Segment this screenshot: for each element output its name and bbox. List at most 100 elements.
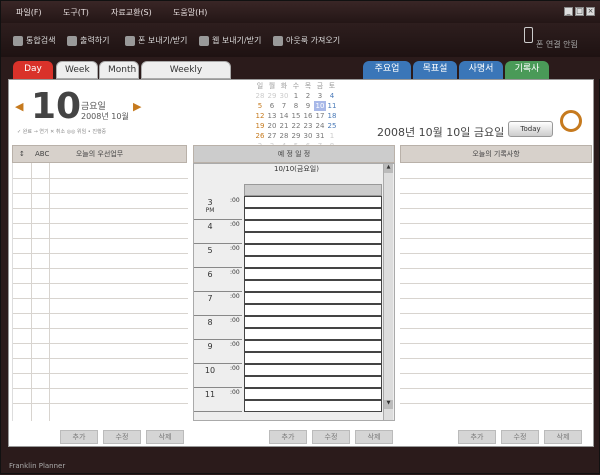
records-list[interactable] bbox=[400, 163, 592, 421]
mini-cal-day[interactable]: 20 bbox=[266, 121, 278, 131]
menu-file[interactable]: 파일(F) bbox=[16, 7, 42, 18]
ruled-line bbox=[400, 343, 592, 344]
phone-sync-tool[interactable]: 폰 보내기/받기 bbox=[125, 34, 187, 48]
mini-cal-day[interactable]: 29 bbox=[290, 131, 302, 141]
schedule-edit-button[interactable]: 수정 bbox=[312, 430, 350, 444]
mini-cal-day[interactable]: 27 bbox=[266, 131, 278, 141]
priority-edit-button[interactable]: 수정 bbox=[103, 430, 141, 444]
time-slot[interactable] bbox=[244, 304, 382, 316]
menu-exchange[interactable]: 자료교환(S) bbox=[111, 7, 152, 18]
time-slot[interactable] bbox=[244, 268, 382, 280]
priority-task-list[interactable] bbox=[12, 163, 188, 421]
time-slot[interactable] bbox=[244, 256, 382, 268]
mini-cal-day[interactable]: 15 bbox=[290, 111, 302, 121]
mini-cal-day[interactable]: 30 bbox=[278, 91, 290, 101]
mini-cal-day[interactable]: 16 bbox=[302, 111, 314, 121]
compass-icon[interactable] bbox=[560, 110, 582, 132]
prev-day-arrow[interactable]: ◀ bbox=[15, 100, 23, 113]
time-slot[interactable] bbox=[244, 220, 382, 232]
time-slot[interactable] bbox=[244, 340, 382, 352]
menu-help[interactable]: 도움말(H) bbox=[173, 7, 207, 18]
mini-cal-day[interactable]: 8 bbox=[290, 101, 302, 111]
mini-cal-day[interactable]: 29 bbox=[266, 91, 278, 101]
mini-cal-day[interactable]: 28 bbox=[254, 91, 266, 101]
tab-week[interactable]: Week bbox=[56, 61, 98, 79]
mini-cal-day[interactable]: 25 bbox=[326, 121, 338, 131]
mini-cal-day[interactable]: 2 bbox=[302, 91, 314, 101]
mini-cal-day[interactable]: 14 bbox=[278, 111, 290, 121]
time-slot[interactable] bbox=[244, 328, 382, 340]
mini-cal-day[interactable]: 23 bbox=[302, 121, 314, 131]
close-button[interactable]: × bbox=[586, 7, 595, 16]
hour-divider bbox=[194, 411, 242, 412]
mini-cal-day[interactable]: 7 bbox=[278, 101, 290, 111]
mini-cal-day[interactable]: 28 bbox=[278, 131, 290, 141]
tab-records[interactable]: 기록사항 bbox=[505, 61, 549, 91]
phone-sync-label: 폰 보내기/받기 bbox=[138, 36, 188, 45]
mini-cal-day[interactable]: 1 bbox=[326, 131, 338, 141]
records-add-button[interactable]: 추가 bbox=[458, 430, 496, 444]
time-slot[interactable] bbox=[244, 196, 382, 208]
schedule-delete-button[interactable]: 삭제 bbox=[355, 430, 393, 444]
mini-cal-day[interactable]: 6 bbox=[266, 101, 278, 111]
mini-cal-day[interactable]: 18 bbox=[326, 111, 338, 121]
mini-cal-day[interactable]: 21 bbox=[278, 121, 290, 131]
time-slot[interactable] bbox=[244, 244, 382, 256]
schedule-scrollbar[interactable]: ▲ ▼ bbox=[383, 164, 393, 420]
mini-cal-day[interactable]: 22 bbox=[290, 121, 302, 131]
tab-day[interactable]: Day bbox=[13, 61, 53, 79]
mini-cal-day[interactable]: 4 bbox=[326, 91, 338, 101]
mini-cal-day[interactable]: 17 bbox=[314, 111, 326, 121]
scroll-up-icon[interactable]: ▲ bbox=[384, 164, 393, 173]
time-slot[interactable] bbox=[244, 388, 382, 400]
search-tool[interactable]: 통합검색 bbox=[13, 34, 55, 48]
next-day-arrow[interactable]: ▶ bbox=[133, 100, 141, 113]
mini-cal-day[interactable]: 10 bbox=[314, 101, 326, 111]
minimize-button[interactable]: _ bbox=[564, 7, 573, 16]
scroll-down-icon[interactable]: ▼ bbox=[384, 400, 393, 409]
time-slot[interactable] bbox=[244, 316, 382, 328]
time-slot[interactable] bbox=[244, 400, 382, 412]
outlook-tool[interactable]: 아웃룩 가져오기 bbox=[273, 34, 340, 48]
menu-tools[interactable]: 도구(T) bbox=[63, 7, 89, 18]
tab-goals[interactable]: 목표설정 bbox=[413, 61, 457, 91]
time-slot[interactable] bbox=[244, 376, 382, 388]
records-edit-button[interactable]: 수정 bbox=[501, 430, 539, 444]
mini-cal-day[interactable]: 24 bbox=[314, 121, 326, 131]
tab-main-tasks[interactable]: 주요업무 bbox=[363, 61, 411, 91]
mini-cal-day[interactable]: 31 bbox=[314, 131, 326, 141]
schedule-add-button[interactable]: 추가 bbox=[269, 430, 307, 444]
today-button[interactable]: Today bbox=[508, 121, 553, 137]
records-delete-button[interactable]: 삭제 bbox=[544, 430, 582, 444]
mini-cal-day[interactable]: 1 bbox=[290, 91, 302, 101]
app-window: 파일(F) 도구(T) 자료교환(S) 도움말(H) _ □ × 통합검색 출력… bbox=[0, 0, 600, 474]
mini-cal-day[interactable]: 5 bbox=[254, 101, 266, 111]
mini-cal-day[interactable]: 26 bbox=[254, 131, 266, 141]
time-slot[interactable] bbox=[244, 280, 382, 292]
ruled-line bbox=[400, 208, 592, 209]
sort-icon[interactable]: ↕ bbox=[19, 146, 25, 163]
mini-cal-day[interactable]: 13 bbox=[266, 111, 278, 121]
mini-cal-day[interactable]: 30 bbox=[302, 131, 314, 141]
mini-cal-day[interactable]: 19 bbox=[254, 121, 266, 131]
tab-mission[interactable]: 사명서 bbox=[459, 61, 503, 79]
tab-month[interactable]: Month bbox=[99, 61, 139, 79]
minute-label: :00 bbox=[230, 365, 240, 372]
priority-delete-button[interactable]: 삭제 bbox=[146, 430, 184, 444]
mini-cal-day[interactable]: 11 bbox=[326, 101, 338, 111]
time-slot[interactable] bbox=[244, 352, 382, 364]
time-slot[interactable] bbox=[244, 364, 382, 376]
time-slot[interactable] bbox=[244, 232, 382, 244]
maximize-button[interactable]: □ bbox=[575, 7, 584, 16]
web-sync-tool[interactable]: 웹 보내기/받기 bbox=[199, 34, 261, 48]
mini-cal-day[interactable]: 3 bbox=[314, 91, 326, 101]
priority-add-button[interactable]: 추가 bbox=[60, 430, 98, 444]
mini-cal-header: 화 bbox=[280, 82, 288, 90]
print-tool[interactable]: 출력하기 bbox=[67, 34, 109, 48]
schedule-allday-bar[interactable] bbox=[244, 184, 382, 196]
mini-cal-day[interactable]: 9 bbox=[302, 101, 314, 111]
tab-weekly-compass[interactable]: Weekly compass bbox=[141, 61, 231, 92]
mini-cal-day[interactable]: 12 bbox=[254, 111, 266, 121]
time-slot[interactable] bbox=[244, 208, 382, 220]
time-slot[interactable] bbox=[244, 292, 382, 304]
